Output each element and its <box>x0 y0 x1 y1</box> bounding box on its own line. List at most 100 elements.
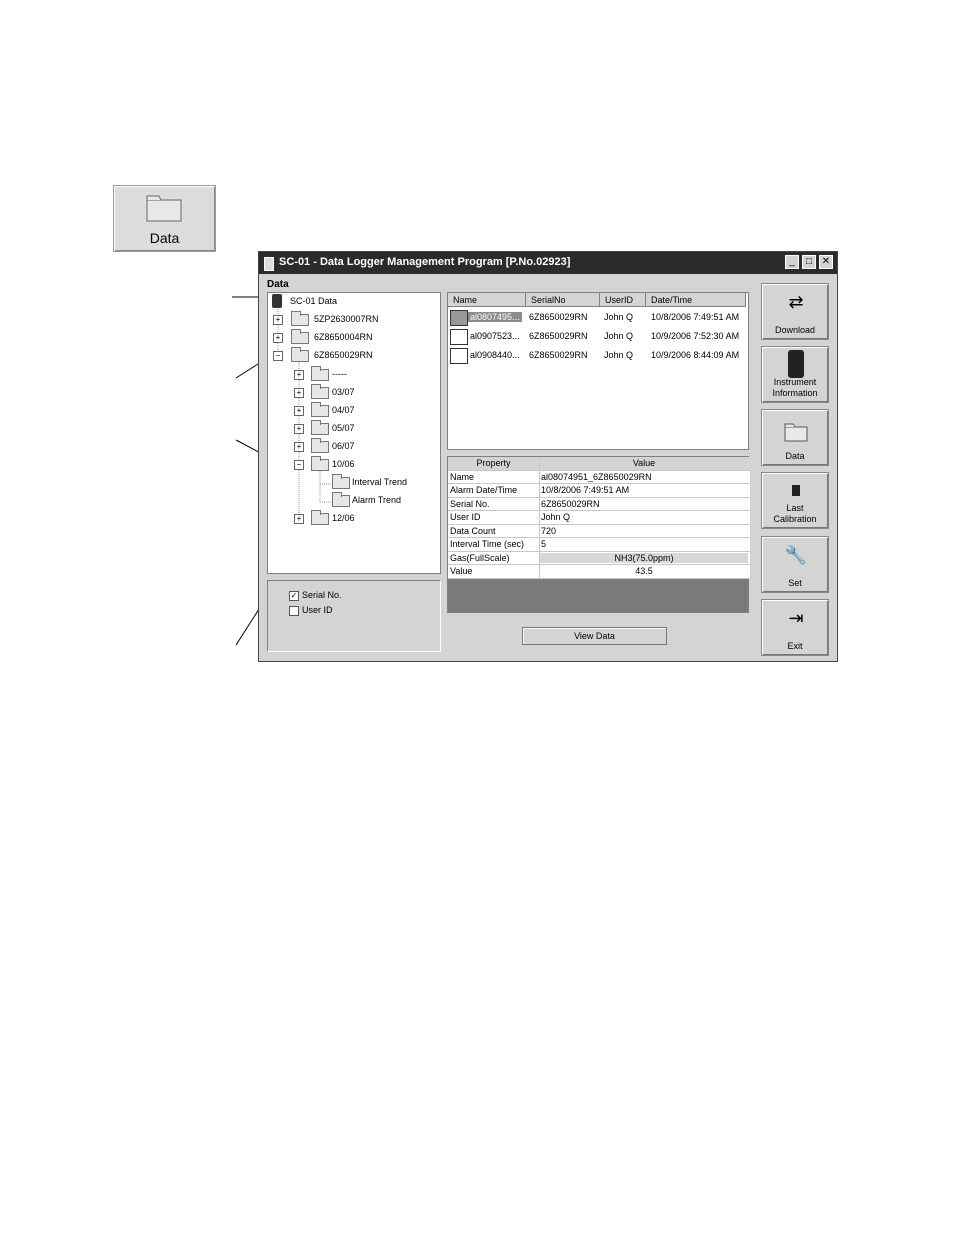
data-tree[interactable]: SC-01 Data + 5ZP2630007RN + 6Z8650004RN … <box>267 292 441 574</box>
property-row: Data Count 720 <box>448 524 750 538</box>
tree-month[interactable]: + 06/07 <box>268 438 438 453</box>
file-datetime: 10/8/2006 7:49:51 AM <box>651 312 740 322</box>
tree-month[interactable]: + ----- <box>268 366 438 381</box>
view-data-button[interactable]: View Data <box>522 627 667 645</box>
tree-label: 05/07 <box>332 423 355 433</box>
property-header: Property Value <box>448 457 750 471</box>
label-line-2: Information <box>772 388 818 398</box>
tree-root-label: SC-01 Data <box>290 296 338 306</box>
maximize-button[interactable]: □ <box>802 255 816 269</box>
alarm-file-icon <box>450 329 468 345</box>
tree-label: 04/07 <box>332 405 355 415</box>
folder-icon <box>311 420 329 435</box>
tree-label: 12/06 <box>332 513 355 523</box>
tree-label: ----- <box>332 369 347 379</box>
column-header-datetime[interactable]: Date/Time <box>646 293 746 307</box>
instrument-icon <box>272 294 282 308</box>
display-options-panel: ✓ Serial No. User ID <box>267 580 441 652</box>
exit-door-icon: ⇥ <box>788 608 804 628</box>
folder-icon <box>311 402 329 417</box>
close-button[interactable]: ✕ <box>819 255 833 269</box>
file-datetime: 10/9/2006 7:52:30 AM <box>651 331 740 341</box>
property-value: 720 <box>541 525 557 536</box>
collapse-icon[interactable]: − <box>294 460 304 470</box>
property-grid: Property Value Name al08074951_6Z8650029… <box>447 456 750 613</box>
property-row: Gas(FullScale) NH3(75.0ppm) <box>448 551 750 565</box>
property-key: Interval Time (sec) <box>450 539 525 549</box>
list-item[interactable]: al0807495... 6Z8650029RN John Q 10/8/200… <box>448 309 748 327</box>
list-item[interactable]: al0907523... 6Z8650029RN John Q 10/9/200… <box>448 328 748 346</box>
tree-label: 6Z8650004RN <box>314 332 373 342</box>
tree-label: 06/07 <box>332 441 355 451</box>
expand-icon[interactable]: + <box>294 514 304 524</box>
set-label: Set <box>788 578 802 588</box>
data-button[interactable]: Data <box>761 409 829 466</box>
expand-icon[interactable]: + <box>294 406 304 416</box>
download-icon: ⇄ <box>788 292 804 312</box>
app-window: SC-01 - Data Logger Management Program [… <box>258 251 838 662</box>
column-header-userid[interactable]: UserID <box>600 293 646 307</box>
collapse-icon[interactable]: − <box>273 351 283 361</box>
property-key: Name <box>450 471 475 482</box>
tree-label: 03/07 <box>332 387 355 397</box>
tree-instrument[interactable]: + 5ZP2630007RN <box>268 311 438 326</box>
expand-icon[interactable]: + <box>294 424 304 434</box>
column-separator <box>539 470 540 483</box>
folder-icon <box>311 438 329 453</box>
serial-no-label: Serial No. <box>302 590 342 600</box>
property-value: John Q <box>541 512 571 522</box>
user-id-label: User ID <box>302 605 333 615</box>
tree-label: 10/06 <box>332 459 355 469</box>
file-list[interactable]: Name SerialNo UserID Date/Time al0807495… <box>447 292 749 450</box>
file-name: al0907523... <box>470 331 520 341</box>
download-button[interactable]: ⇄ Download <box>761 283 829 340</box>
tree-month[interactable]: + 04/07 <box>268 402 438 417</box>
last-calibration-button[interactable]: Last Calibration <box>761 472 829 529</box>
file-name: al0908440... <box>470 350 520 360</box>
tree-log-alarm[interactable]: Alarm Trend <box>268 492 438 507</box>
property-row: Serial No. 6Z8650029RN <box>448 497 750 511</box>
file-user: John Q <box>604 312 634 322</box>
property-value: 5 <box>541 539 547 549</box>
data-group-label: Data <box>267 279 289 290</box>
file-datetime: 10/9/2006 8:44:09 AM <box>651 350 740 360</box>
expand-icon[interactable]: + <box>273 315 283 325</box>
instrument-information-button[interactable]: Instrument Information <box>761 346 829 403</box>
property-row: Name al08074951_6Z8650029RN <box>448 470 750 484</box>
tree-month[interactable]: + 05/07 <box>268 420 438 435</box>
column-header-serial[interactable]: SerialNo <box>526 293 600 307</box>
user-id-checkbox[interactable] <box>289 606 299 616</box>
tree-instrument[interactable]: − 6Z8650029RN <box>268 347 438 362</box>
folder-icon <box>311 456 329 471</box>
file-serial: 6Z8650029RN <box>529 312 588 322</box>
minimize-button[interactable]: _ <box>785 255 799 269</box>
serial-no-checkbox[interactable]: ✓ <box>289 591 299 601</box>
property-value: al08074951_6Z8650029RN <box>541 471 652 482</box>
property-row: Alarm Date/Time 10/8/2006 7:49:51 AM <box>448 484 750 498</box>
expand-icon[interactable]: + <box>273 333 283 343</box>
file-serial: 6Z8650029RN <box>529 331 588 341</box>
property-key: Alarm Date/Time <box>450 485 518 495</box>
file-serial: 6Z8650029RN <box>529 350 588 360</box>
tree-instrument[interactable]: + 6Z8650004RN <box>268 329 438 344</box>
alarm-file-icon <box>450 310 468 326</box>
folder-icon <box>291 311 309 326</box>
tree-label: 5ZP2630007RN <box>314 314 379 324</box>
exit-button[interactable]: ⇥ Exit <box>761 599 829 656</box>
property-column-header: Property <box>476 458 511 468</box>
property-value: 6Z8650029RN <box>541 498 600 509</box>
property-value: NH3(75.0ppm) <box>540 552 748 563</box>
tree-log-interval[interactable]: Interval Trend <box>268 474 438 489</box>
list-item[interactable]: al0908440... 6Z8650029RN John Q 10/9/200… <box>448 347 748 365</box>
value-column-header: Value <box>632 458 656 468</box>
tree-month[interactable]: − 10/06 <box>268 456 438 471</box>
expand-icon[interactable]: + <box>294 388 304 398</box>
expand-icon[interactable]: + <box>294 442 304 452</box>
tree-month[interactable]: + 12/06 <box>268 510 438 525</box>
tree-month[interactable]: + 03/07 <box>268 384 438 399</box>
folder-icon <box>311 510 329 525</box>
instrument-icon <box>788 350 804 378</box>
expand-icon[interactable]: + <box>294 370 304 380</box>
column-header-name[interactable]: Name <box>448 293 526 307</box>
set-button[interactable]: 🔧 Set <box>761 536 829 593</box>
